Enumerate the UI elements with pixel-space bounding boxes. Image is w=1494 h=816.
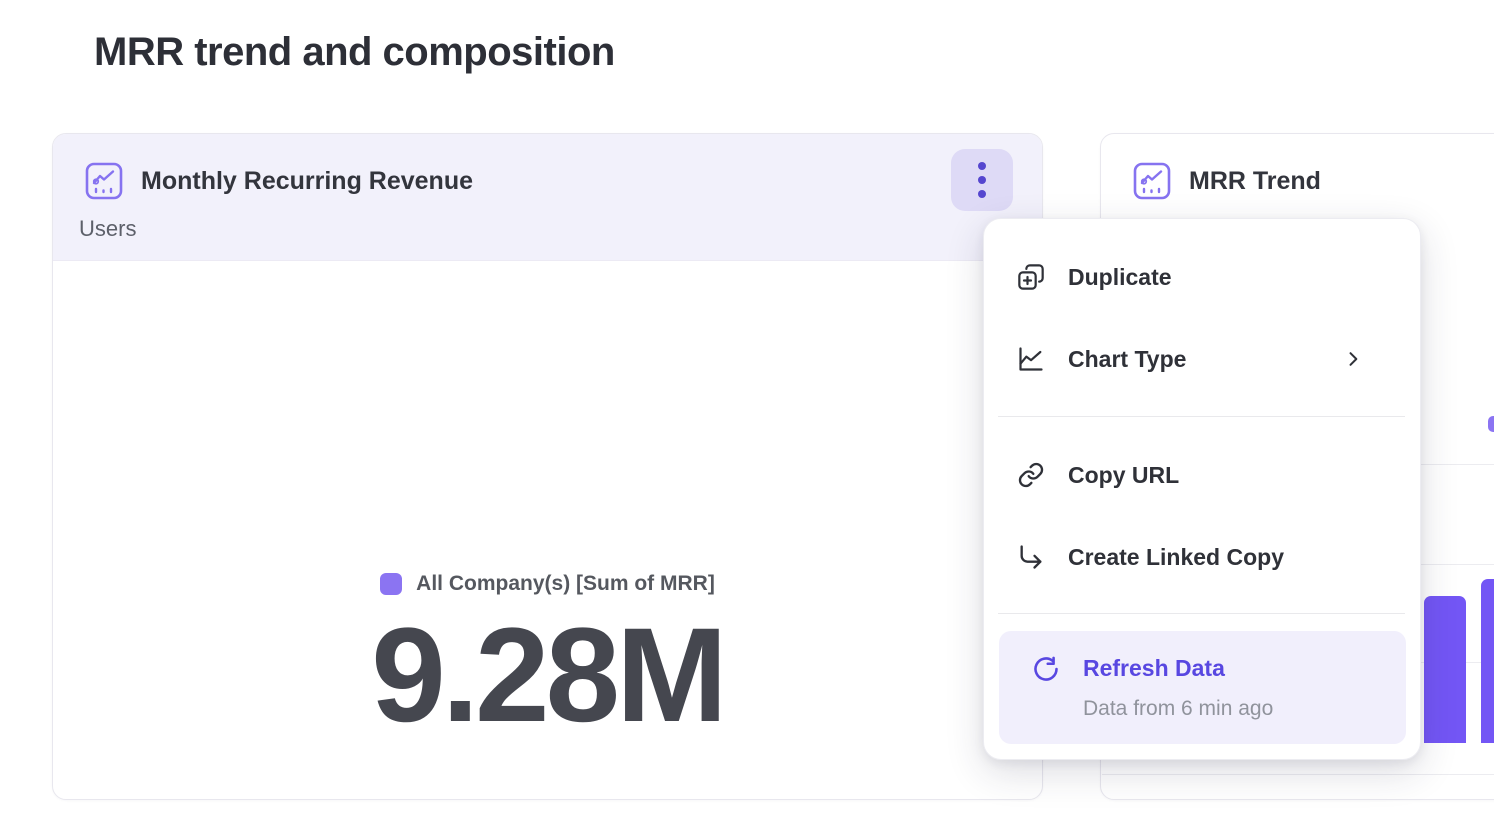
menu-item-duplicate[interactable]: Duplicate: [1000, 255, 1404, 299]
card-context-menu: Duplicate Chart Type Copy URL: [983, 218, 1421, 760]
chart-icon: [1133, 162, 1171, 200]
refresh-icon: [1032, 655, 1060, 683]
trend-legend-swatch: [1488, 416, 1494, 432]
kebab-icon: [978, 162, 986, 170]
corner-down-right-icon: [1017, 543, 1045, 571]
chevron-right-icon: [1343, 349, 1363, 369]
menu-item-copy-url[interactable]: Copy URL: [1000, 453, 1404, 497]
link-icon: [1017, 461, 1045, 489]
refresh-data-sublabel: Data from 6 min ago: [1083, 697, 1273, 721]
menu-divider: [998, 416, 1405, 417]
trend-bar: [1424, 596, 1466, 743]
kpi-block: All Company(s) [Sum of MRR] 9.28M: [53, 572, 1042, 747]
mrr-card-header: Monthly Recurring Revenue Users: [53, 134, 1042, 261]
menu-item-create-linked-copy[interactable]: Create Linked Copy: [1000, 535, 1404, 579]
refresh-data-label: Refresh Data: [1083, 655, 1225, 682]
mrr-trend-card-title: MRR Trend: [1189, 167, 1321, 196]
menu-divider: [998, 613, 1405, 614]
legend-label: All Company(s) [Sum of MRR]: [416, 572, 715, 596]
chart-type-icon: [1017, 345, 1045, 373]
kpi-value: 9.28M: [53, 606, 1042, 747]
card-options-button[interactable]: [951, 149, 1013, 211]
duplicate-icon: [1017, 263, 1045, 291]
mrr-card-subtitle: Users: [79, 216, 1012, 242]
legend-swatch: [380, 573, 402, 595]
trend-bar: [1481, 579, 1494, 743]
gridline: [1102, 774, 1494, 775]
page-title: MRR trend and composition: [94, 30, 615, 75]
legend-row: All Company(s) [Sum of MRR]: [380, 572, 715, 596]
mrr-card-title: Monthly Recurring Revenue: [141, 167, 473, 196]
monthly-recurring-revenue-card: Monthly Recurring Revenue Users All Comp…: [52, 133, 1043, 800]
menu-item-chart-type[interactable]: Chart Type: [1000, 337, 1404, 381]
chart-icon: [85, 162, 123, 200]
menu-item-refresh-data[interactable]: Refresh Data Data from 6 min ago: [999, 631, 1406, 744]
